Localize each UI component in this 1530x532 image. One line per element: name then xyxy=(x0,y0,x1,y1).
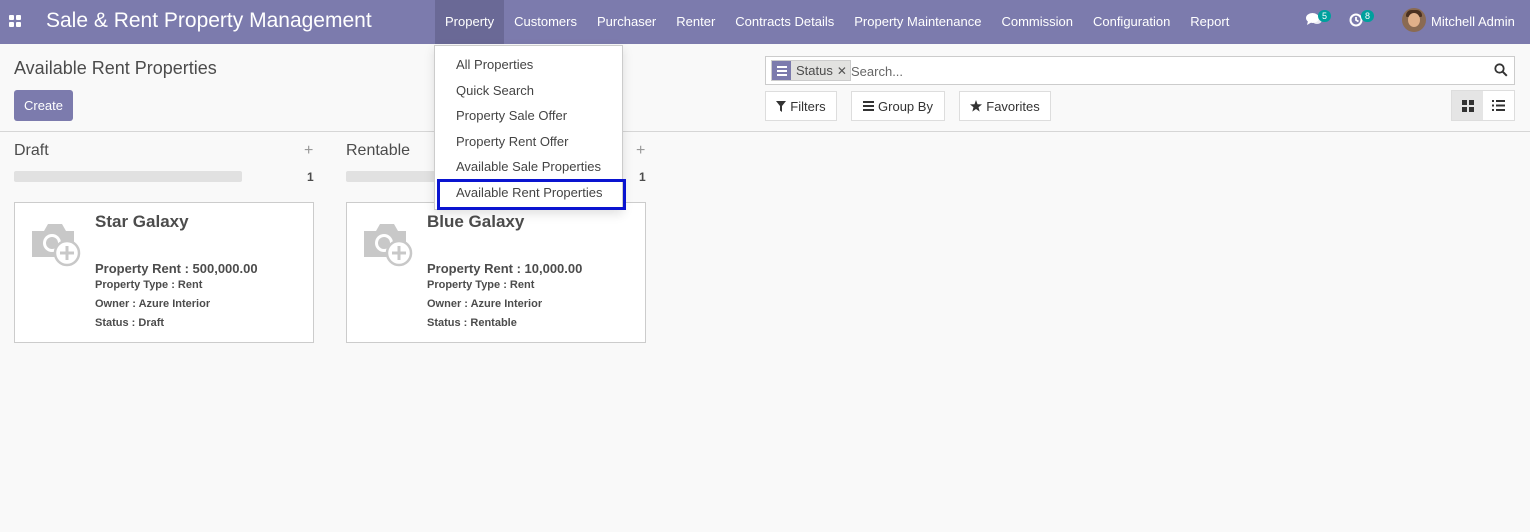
main-menu: Property Customers Purchaser Renter Cont… xyxy=(435,0,1239,44)
group-by-button[interactable]: Group By xyxy=(851,91,945,121)
search-facet-status: Status ✕ xyxy=(771,60,851,81)
column-count: 1 xyxy=(639,170,646,184)
app-title[interactable]: Sale & Rent Property Management xyxy=(46,9,372,33)
property-owner: Owner : Azure Interior xyxy=(95,298,211,310)
create-button[interactable]: Create xyxy=(14,90,73,121)
avatar[interactable] xyxy=(1402,8,1426,32)
activities-button[interactable]: 8 xyxy=(1349,10,1379,32)
menu-contracts-details[interactable]: Contracts Details xyxy=(725,0,844,44)
dropdown-item-all-properties[interactable]: All Properties xyxy=(456,57,533,72)
camera-placeholder-icon xyxy=(32,224,81,267)
column-title-rentable[interactable]: Rentable xyxy=(346,142,410,160)
activities-badge: 8 xyxy=(1361,10,1375,22)
filters-label: Filters xyxy=(790,98,826,114)
filter-icon xyxy=(776,100,787,112)
filters-button[interactable]: Filters xyxy=(765,91,837,121)
property-type: Property Type : Rent xyxy=(95,279,203,291)
menu-commission[interactable]: Commission xyxy=(991,0,1083,44)
control-panel-divider xyxy=(0,131,1530,132)
dropdown-item-available-sale-properties[interactable]: Available Sale Properties xyxy=(456,159,601,174)
dropdown-item-property-sale-offer[interactable]: Property Sale Offer xyxy=(456,108,567,123)
favorites-label: Favorites xyxy=(986,98,1040,114)
search-input[interactable] xyxy=(851,61,1451,81)
search-bar: Status ✕ xyxy=(765,56,1515,85)
dropdown-item-quick-search[interactable]: Quick Search xyxy=(456,83,534,98)
camera-placeholder-icon xyxy=(364,224,413,267)
list-view-icon xyxy=(1492,100,1505,111)
property-rent: Property Rent : 10,000.00 xyxy=(427,261,583,276)
property-rent: Property Rent : 500,000.00 xyxy=(95,261,258,276)
menu-property-maintenance[interactable]: Property Maintenance xyxy=(844,0,991,44)
menu-report[interactable]: Report xyxy=(1180,0,1239,44)
menu-renter[interactable]: Renter xyxy=(666,0,725,44)
group-by-label: Group By xyxy=(878,98,933,114)
property-name: Blue Galaxy xyxy=(427,212,525,231)
messages-button[interactable]: 5 xyxy=(1306,10,1336,32)
facet-label: Status xyxy=(796,63,833,78)
menu-purchaser[interactable]: Purchaser xyxy=(587,0,666,44)
property-dropdown-menu: All Properties Quick Search Property Sal… xyxy=(434,45,623,210)
favorites-button[interactable]: Favorites xyxy=(959,91,1051,121)
kanban-card[interactable]: Blue Galaxy Property Rent : 10,000.00 Pr… xyxy=(346,202,646,343)
kanban-view-button[interactable] xyxy=(1452,91,1483,120)
property-owner: Owner : Azure Interior xyxy=(427,298,543,310)
menu-configuration[interactable]: Configuration xyxy=(1083,0,1180,44)
facet-remove-icon[interactable]: ✕ xyxy=(837,64,850,78)
column-add-icon[interactable]: + xyxy=(636,142,645,160)
menu-customers[interactable]: Customers xyxy=(504,0,587,44)
list-view-button[interactable] xyxy=(1483,91,1514,120)
group-by-facet-icon xyxy=(772,61,791,80)
property-type: Property Type : Rent xyxy=(427,279,535,291)
user-menu[interactable]: Mitchell Admin xyxy=(1431,14,1515,29)
column-title-draft[interactable]: Draft xyxy=(14,142,49,160)
menu-property[interactable]: Property xyxy=(435,0,505,44)
column-count: 1 xyxy=(307,170,314,184)
apps-menu-icon[interactable] xyxy=(9,15,21,27)
kanban-view-icon xyxy=(1461,99,1474,112)
property-name: Star Galaxy xyxy=(95,212,189,231)
breadcrumb: Available Rent Properties xyxy=(14,58,217,78)
column-progress-bar xyxy=(14,171,242,182)
dropdown-item-property-rent-offer[interactable]: Property Rent Offer xyxy=(456,134,568,149)
top-navbar: Sale & Rent Property Management Property… xyxy=(0,0,1530,44)
view-switcher xyxy=(1451,90,1515,121)
messages-badge: 5 xyxy=(1318,10,1332,22)
group-by-icon xyxy=(863,101,875,111)
column-add-icon[interactable]: + xyxy=(304,142,313,160)
kanban-card[interactable]: Star Galaxy Property Rent : 500,000.00 P… xyxy=(14,202,314,343)
search-icon[interactable] xyxy=(1494,63,1508,77)
star-icon xyxy=(970,100,983,112)
property-status: Status : Draft xyxy=(95,317,165,329)
property-status: Status : Rentable xyxy=(427,317,517,329)
dropdown-item-available-rent-properties[interactable]: Available Rent Properties xyxy=(456,185,602,200)
